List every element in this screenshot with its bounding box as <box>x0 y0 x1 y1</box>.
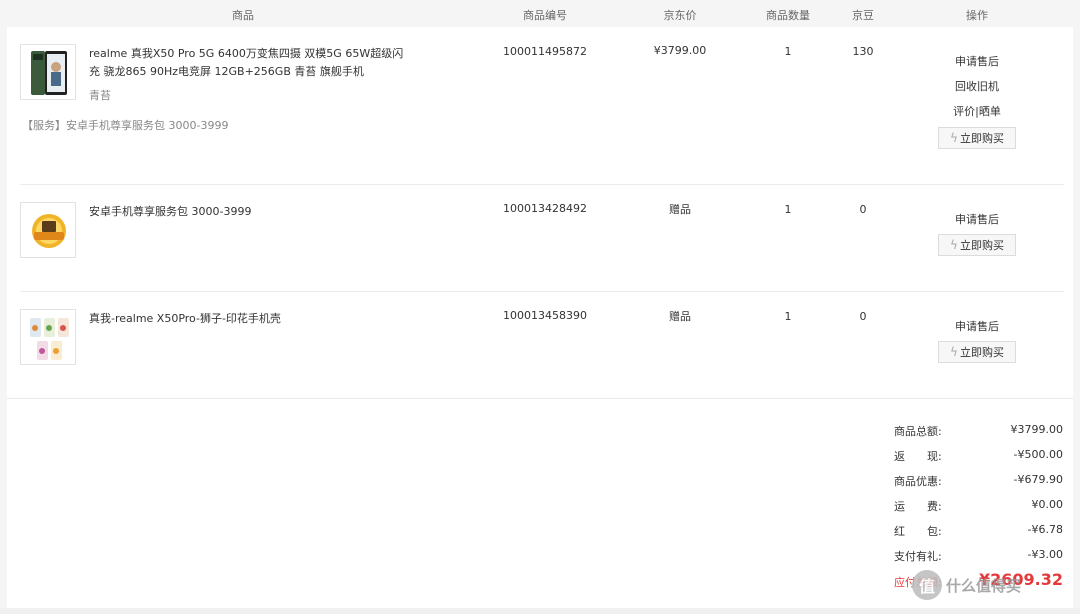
after-sales-link[interactable]: 申请售后 <box>955 211 999 227</box>
buy-now-label: 立即购买 <box>959 239 1004 252</box>
lightning-icon: ϟ <box>950 238 958 252</box>
buy-now-button[interactable]: ϟ 立即购买 <box>938 127 1016 149</box>
red-packet-value: -¥6.78 <box>1027 523 1063 536</box>
total-amount-value: ¥3799.00 <box>1010 423 1064 436</box>
product-beans: 0 <box>859 203 867 216</box>
watermark-logo-icon: 值 <box>912 570 942 600</box>
product-thumbnail-phone[interactable] <box>20 44 76 100</box>
buy-now-button[interactable]: ϟ 立即购买 <box>938 341 1016 363</box>
product-thumbnail-case[interactable] <box>20 309 76 365</box>
product-name-link[interactable]: realme 真我X50 Pro 5G 6400万变焦四摄 双模5G 65W超级… <box>89 45 409 81</box>
cashback-label: 返 现: <box>894 450 942 463</box>
discount-value: -¥679.90 <box>1013 473 1063 486</box>
product-beans: 0 <box>859 310 867 323</box>
header-price: 京东价 <box>663 9 697 22</box>
frame-bottom <box>0 608 1080 614</box>
header-sku: 商品编号 <box>523 9 567 22</box>
frame-right <box>1073 27 1080 614</box>
buy-now-button[interactable]: ϟ 立即购买 <box>938 234 1016 256</box>
phone-case-image-icon <box>30 318 69 360</box>
shipping-value: ¥0.00 <box>1031 498 1064 511</box>
product-name-link[interactable]: 安卓手机尊享服务包 3000-3999 <box>89 203 409 221</box>
header-actions: 操作 <box>966 9 988 22</box>
product-name-link[interactable]: 真我-realme X50Pro-狮子-印花手机壳 <box>89 310 409 328</box>
product-variant: 青苔 <box>89 89 111 102</box>
header-product: 商品 <box>232 9 254 22</box>
row-divider <box>20 184 1064 185</box>
lightning-icon: ϟ <box>950 345 958 359</box>
row-divider <box>20 291 1064 292</box>
buy-now-label: 立即购买 <box>959 132 1004 145</box>
shipping-label: 运 费: <box>894 500 942 513</box>
product-quantity: 1 <box>784 203 792 216</box>
review-link[interactable]: 评价|晒单 <box>953 103 1001 119</box>
service-package-line[interactable]: 【服务】安卓手机尊享服务包 3000-3999 <box>22 117 228 133</box>
product-beans: 130 <box>852 45 874 58</box>
red-packet-label: 红 包: <box>894 525 942 538</box>
product-quantity: 1 <box>784 45 792 58</box>
payment-gift-label: 支付有礼: <box>894 550 942 563</box>
cashback-value: -¥500.00 <box>1013 448 1063 461</box>
site-watermark: 值 什么值得买 <box>912 570 1021 600</box>
product-price: 赠品 <box>669 310 691 323</box>
product-sku: 100011495872 <box>503 45 587 58</box>
after-sales-link[interactable]: 申请售后 <box>955 53 999 69</box>
discount-label: 商品优惠: <box>894 475 942 488</box>
table-header: 商品 商品编号 京东价 商品数量 京豆 操作 <box>0 0 1080 27</box>
header-beans: 京豆 <box>852 9 874 22</box>
after-sales-link[interactable]: 申请售后 <box>955 318 999 334</box>
product-quantity: 1 <box>784 310 792 323</box>
product-price: ¥3799.00 <box>653 44 707 57</box>
watermark-text: 什么值得买 <box>946 576 1022 595</box>
product-sku: 100013458390 <box>503 309 587 322</box>
trade-in-link[interactable]: 回收旧机 <box>955 78 999 94</box>
service-badge-icon <box>32 214 66 248</box>
buy-now-label: 立即购买 <box>959 346 1004 359</box>
header-quantity: 商品数量 <box>766 9 810 22</box>
product-thumbnail-service[interactable] <box>20 202 76 258</box>
product-price: 赠品 <box>669 203 691 216</box>
total-amount-label: 商品总额: <box>894 425 942 438</box>
summary-divider <box>7 398 1073 399</box>
lightning-icon: ϟ <box>950 131 958 145</box>
frame-left <box>0 27 7 614</box>
product-sku: 100013428492 <box>503 202 587 215</box>
payment-gift-value: -¥3.00 <box>1027 548 1063 561</box>
phone-image-icon <box>29 50 69 96</box>
